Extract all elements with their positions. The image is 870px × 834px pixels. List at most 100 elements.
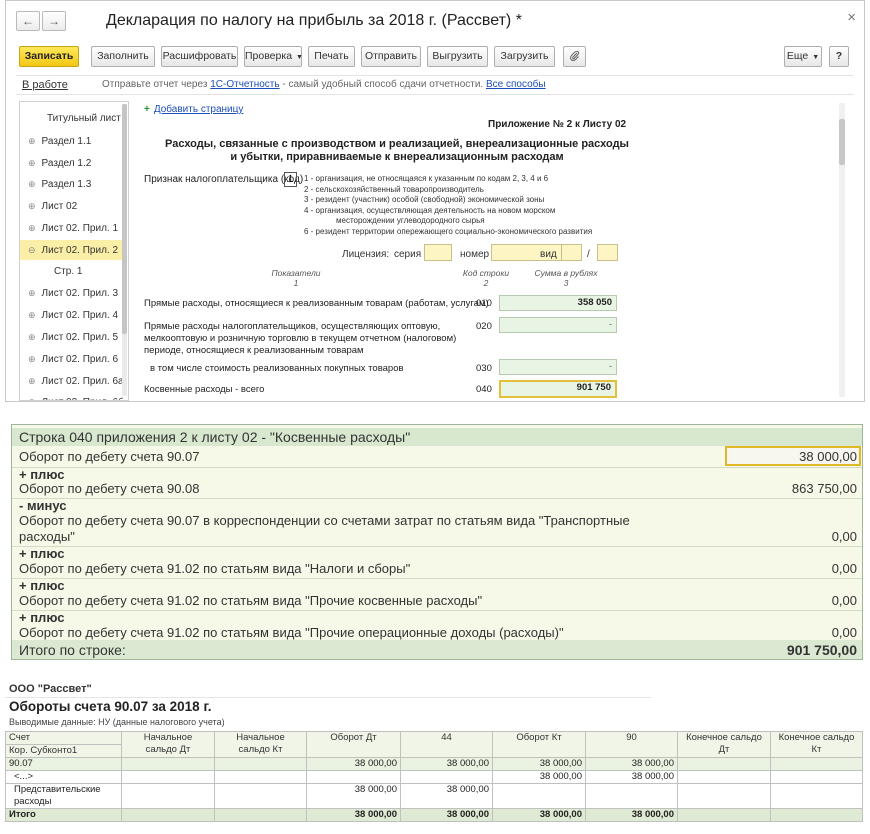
print-button[interactable]: Печать	[308, 46, 355, 67]
add-page-link[interactable]: + Добавить страницу	[144, 104, 243, 115]
add-page-label: Добавить страницу	[153, 104, 244, 115]
fill-button[interactable]: Заполнить	[91, 46, 155, 67]
expand-icon[interactable]: ⊕	[28, 179, 36, 189]
chevron-down-icon: ▼	[812, 54, 820, 61]
sidebar-item-label: Раздел 1.3	[41, 179, 92, 191]
help-button[interactable]: ?	[829, 46, 849, 67]
sidebar-item[interactable]: Титульный лист	[20, 109, 123, 129]
sidebar-item-label: Титульный лист	[47, 113, 121, 124]
organization-name: ООО "Рассвет"	[9, 683, 92, 695]
sidebar-item[interactable]: ⊕ Раздел 1.3	[20, 174, 123, 194]
col-code-header: Код строки 2	[462, 268, 510, 288]
expand-icon[interactable]: ⊕	[28, 332, 36, 342]
chevron-down-icon: ▼	[296, 54, 303, 61]
row-040-value[interactable]: 901 750	[499, 380, 617, 398]
record-button[interactable]: Записать	[19, 46, 79, 67]
sign-code-line: 3 - резидент (участник) особой (свободно…	[304, 195, 545, 204]
op-plus: + плюс	[19, 467, 65, 482]
kind-label: вид	[540, 249, 557, 260]
header-account: Счет Кор. Субконто1	[5, 731, 122, 758]
header-turnover-dt: Оборот Дт	[306, 731, 401, 758]
turnover-table: Счет Кор. Субконто1 Начальное сальдо Дт На…	[5, 731, 863, 822]
expand-icon[interactable]: ⊕	[28, 288, 36, 298]
license-kind-field-1[interactable]	[561, 244, 582, 261]
export-button[interactable]: Выгрузить	[427, 46, 488, 67]
form-scrollbar[interactable]	[839, 103, 845, 397]
sidebar-scrollbar[interactable]	[122, 104, 127, 396]
license-label: Лицензия:	[342, 249, 390, 260]
1c-reporting-link[interactable]: 1С-Отчетность	[210, 79, 279, 90]
sign-code-line: месторождении углеводородного сырья	[336, 216, 485, 225]
expand-icon[interactable]: ⊕	[28, 310, 36, 320]
row-020-label: Прямые расходы налогоплательщиков, осуще…	[144, 321, 457, 356]
sidebar-item-label: Лист 02. Прил. 6а	[41, 375, 124, 387]
license-series-field[interactable]	[424, 244, 452, 261]
header-account-90: 90	[585, 731, 678, 758]
series-label: серия	[394, 249, 422, 260]
decoding-total: Итого по строке: 901 750,00	[12, 640, 862, 659]
all-methods-link[interactable]: Все способы	[486, 79, 546, 90]
row-030-label: в том числе стоимость реализованных поку…	[150, 363, 404, 374]
col-sum-header: Сумма в рублях 3	[534, 268, 598, 288]
sidebar-item[interactable]: ⊕ Лист 02. Прил. 6а	[20, 371, 124, 391]
expand-icon[interactable]: ⊕	[28, 158, 36, 168]
scrollbar-thumb[interactable]	[839, 119, 845, 165]
sidebar-item[interactable]: ⊕ Лист 02. Прил. 6б	[20, 392, 124, 400]
sidebar-item[interactable]: ⊕ Лист 02. Прил. 4	[20, 305, 123, 325]
row-010-value[interactable]: 358 050	[499, 295, 617, 311]
expand-icon[interactable]: ⊕	[28, 376, 36, 386]
sidebar-item-label: Лист 02. Прил. 3	[41, 288, 119, 300]
expand-icon[interactable]: ⊕	[28, 201, 36, 211]
table-row[interactable]: <...> 38 000,00 38 000,00	[5, 770, 863, 784]
table-row[interactable]: 90.07 38 000,00 38 000,00 38 000,00 38 0…	[5, 757, 863, 771]
decoding-title: Строка 040 приложения 2 к листу 02 - "Ко…	[12, 428, 862, 446]
sidebar-item[interactable]: ⊕ Лист 02. Прил. 1	[20, 218, 123, 238]
expand-icon[interactable]: ⊕	[28, 354, 36, 364]
sidebar-item[interactable]: ⊕ Лист 02. Прил. 5	[20, 327, 123, 347]
row-030-value[interactable]: -	[499, 359, 617, 375]
sidebar-item[interactable]: Стр. 1	[20, 262, 123, 282]
expand-icon[interactable]: ⊕	[28, 223, 36, 233]
header-account-44: 44	[400, 731, 493, 758]
declaration-form: + Добавить страницу Приложение № 2 к Лист…	[136, 101, 848, 401]
report-title: Обороты счета 90.07 за 2018 г.	[9, 699, 212, 714]
decode-button[interactable]: Расшифровать	[161, 46, 238, 67]
form-heading-line1: Расходы, связанные с производством и реа…	[165, 138, 629, 150]
scrollbar-thumb[interactable]	[122, 104, 127, 334]
collapse-icon[interactable]: ⊖	[28, 245, 36, 255]
expand-icon[interactable]: ⊕	[28, 397, 36, 400]
status-link[interactable]: В работе	[22, 76, 68, 94]
arrow-right-icon: →	[48, 14, 60, 28]
sidebar-item[interactable]: ⊕ Лист 02	[20, 196, 123, 216]
appendix-title: Приложение № 2 к Листу 02	[488, 119, 627, 130]
more-dropdown-button[interactable]: Еще ▼	[784, 46, 822, 67]
license-kind-field-2[interactable]	[597, 244, 618, 261]
sidebar-item[interactable]: ⊕ Лист 02. Прил. 6	[20, 349, 123, 369]
table-header-row: Счет Кор. Субконто1 Начальное сальдо Дт На…	[5, 731, 863, 758]
back-button[interactable]: ←	[16, 11, 40, 31]
op-plus: + плюс	[19, 578, 65, 593]
import-button[interactable]: Загрузить	[494, 46, 555, 67]
sidebar-item-label: Раздел 1.2	[41, 157, 92, 169]
sidebar-item[interactable]: ⊕ Лист 02. Прил. 3	[20, 283, 123, 303]
sidebar-item[interactable]: ⊕ Раздел 1.2	[20, 153, 123, 173]
row-020-value[interactable]: -	[499, 317, 617, 333]
expand-icon[interactable]: ⊕	[28, 136, 36, 146]
report-subtitle: Выводимые данные: НУ (данные налогового …	[9, 717, 225, 727]
sidebar-item[interactable]: ⊕ Раздел 1.1	[20, 131, 123, 151]
row-040-label: Косвенные расходы - всего	[144, 384, 265, 395]
attach-button[interactable]	[563, 46, 586, 67]
header-turnover-kt: Оборот Кт	[492, 731, 586, 758]
send-button[interactable]: Отправить	[361, 46, 421, 67]
sidebar-item-label: Лист 02. Прил. 4	[41, 310, 119, 322]
taxpayer-sign-field[interactable]: 1	[284, 172, 297, 187]
taxpayer-sign-label: Признак налогоплательщика (код)	[144, 174, 304, 185]
check-dropdown-button[interactable]: Проверка ▼	[244, 46, 303, 67]
turnover-report: ООО "Рассвет" Обороты счета 90.07 за 201…	[5, 683, 865, 831]
form-heading: Расходы, связанные с производством и реа…	[162, 138, 632, 164]
close-icon[interactable]: ×	[847, 9, 856, 26]
row-name: Представительские расходы	[5, 783, 122, 809]
forward-button[interactable]: →	[42, 11, 66, 31]
table-row[interactable]: Представительские расходы 38 000,00 38 00…	[5, 783, 863, 809]
sidebar-item[interactable]: ⊖ Лист 02. Прил. 2	[20, 239, 123, 260]
